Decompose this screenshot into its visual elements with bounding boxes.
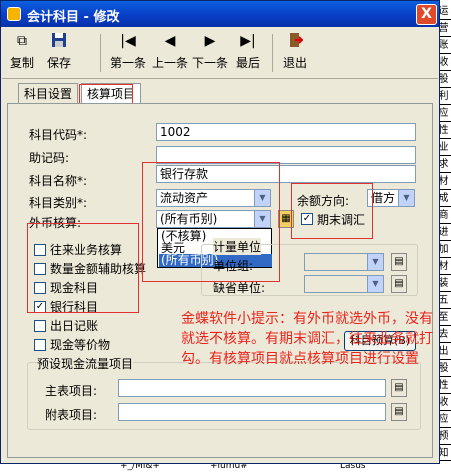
checkbox-journal[interactable] — [34, 320, 46, 332]
unit-group-select[interactable]: ▼ — [304, 253, 384, 271]
toolbar: ⧉ 复制 保存 |◀ 第一条 ◀ 上一条 ▶ 下一条 ▶| 最后 退出 — [2, 28, 438, 79]
sub-item-lookup-button[interactable]: ▤ — [391, 403, 407, 421]
prev-icon: ◀ — [164, 33, 176, 49]
tab-label: 科目设置 — [24, 87, 73, 101]
highlight-box — [27, 223, 139, 313]
cashflow-group-title: 预设现金流量项目 — [37, 355, 134, 372]
next-record-button[interactable]: ▶ 下一条 — [190, 32, 230, 71]
default-unit-select[interactable]: ▼ — [304, 275, 384, 293]
tab-account-settings[interactable]: 科目设置 — [18, 83, 79, 104]
balance-value: 借方 — [371, 191, 396, 205]
chevron-down-icon[interactable]: ▼ — [398, 190, 414, 206]
last-label: 最后 — [235, 56, 260, 70]
main-item-lookup-button[interactable]: ▤ — [391, 379, 407, 397]
toolbar-separator — [100, 34, 101, 72]
save-button[interactable]: 保存 — [42, 32, 76, 71]
last-icon: ▶| — [240, 33, 256, 49]
copy-label: 复制 — [9, 56, 34, 70]
title-bar[interactable]: 会计科目 - 修改 X — [1, 1, 439, 27]
lookup-icon: ▤ — [394, 382, 404, 393]
main-item-label: 主表项目: — [45, 384, 98, 398]
checkbox-cash-equivalent[interactable] — [34, 339, 46, 351]
highlight-box — [142, 162, 280, 282]
app-icon — [7, 7, 21, 21]
lookup-icon: ▤ — [394, 406, 404, 417]
next-icon: ▶ — [204, 33, 216, 49]
account-code-label: 科目代码*: — [29, 128, 88, 142]
exit-door-icon — [280, 32, 310, 50]
mnemonic-label: 助记码: — [29, 151, 70, 165]
chevron-down-icon[interactable]: ▼ — [367, 254, 383, 270]
account-dialog: 会计科目 - 修改 X ⧉ 复制 保存 |◀ 第一条 ◀ 上一条 ▶ 下一条 ▶… — [0, 0, 440, 464]
default-unit-lookup-button[interactable]: ▤ — [391, 275, 407, 293]
prev-label: 上一条 — [151, 56, 188, 70]
window-title: 会计科目 - 修改 — [27, 10, 120, 25]
checkbox-label: 出日记账 — [50, 319, 99, 333]
lookup-icon: ▤ — [394, 278, 404, 289]
highlight-box — [291, 183, 373, 239]
prev-record-button[interactable]: ◀ 上一条 — [150, 32, 190, 71]
balance-direction-select[interactable]: 借方 ▼ — [367, 189, 415, 207]
exit-label: 退出 — [282, 56, 307, 70]
account-code-field[interactable]: 1002 — [156, 123, 416, 141]
last-record-button[interactable]: ▶| 最后 — [233, 32, 263, 71]
main-item-field[interactable] — [118, 379, 386, 397]
save-label: 保存 — [46, 56, 71, 70]
first-record-button[interactable]: |◀ 第一条 — [108, 32, 148, 71]
floppy-icon — [42, 32, 76, 50]
first-label: 第一条 — [109, 56, 146, 70]
next-label: 下一条 — [191, 56, 228, 70]
sub-item-field[interactable] — [118, 403, 386, 421]
chevron-down-icon[interactable]: ▼ — [367, 276, 383, 292]
toolbar-separator — [272, 34, 273, 72]
copy-button[interactable]: ⧉ 复制 — [5, 32, 39, 71]
exit-button[interactable]: 退出 — [280, 32, 310, 71]
copy-icon: ⧉ — [17, 33, 27, 49]
unit-group-lookup-button[interactable]: ▤ — [391, 253, 407, 271]
sub-item-label: 附表项目: — [45, 408, 98, 422]
checkbox-label: 现金等价物 — [50, 338, 111, 352]
account-category-label: 科目类别*: — [29, 196, 88, 210]
close-button[interactable]: X — [416, 4, 437, 25]
first-icon: |◀ — [120, 33, 136, 49]
lookup-icon: ▤ — [394, 256, 404, 267]
account-name-label: 科目名称*: — [29, 174, 88, 188]
annotation-tip: 金蝶软件小提示：有外币就选外币，没有就选不核算。有期末调汇，往来业务就打勾。有核… — [181, 311, 433, 367]
lookup-icon: ▦ — [281, 213, 291, 224]
